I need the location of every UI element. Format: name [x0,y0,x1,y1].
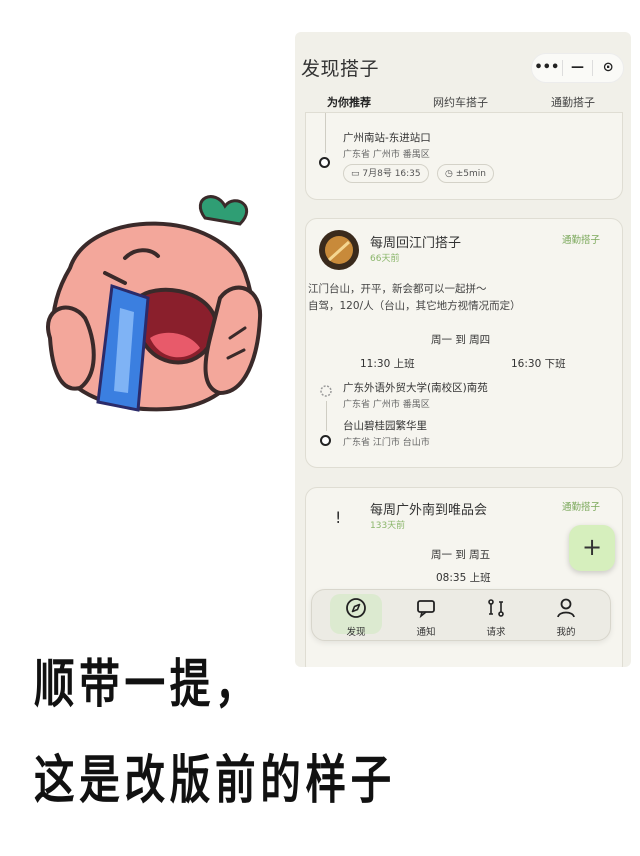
calendar-icon: ▭ [351,169,363,179]
end-time: 16:30 下班 [511,358,566,370]
days-range: 周一 到 周四 [431,334,491,346]
nav-notifications[interactable]: 通知 [396,590,456,642]
more-button[interactable]: ••• [532,54,562,82]
nav-label: 通知 [416,627,436,638]
date-pill-text: 7月8号 16:35 [362,169,421,179]
type-tag: 通勤搭子 [562,235,601,246]
clock-icon: ◷ [445,169,456,179]
nav-label: 我的 [556,627,576,638]
description-line: 江门台山，开平，新会都可以一起拼～ [308,283,487,295]
user-icon [557,598,575,618]
compass-icon [346,598,366,618]
start-time: 08:35 上班 [436,572,491,584]
route-icon [488,599,504,617]
bottom-nav: 发现 通知 请求 我的 [311,589,611,641]
nav-discover[interactable]: 发现 [326,590,386,642]
nav-requests[interactable]: 请求 [466,590,526,642]
route-line [326,401,327,431]
time-tolerance-pill: ◷ ±5min [437,164,494,183]
posted-ago: 133天前 [370,521,406,531]
tab-rideshare[interactable]: 网约车搭子 [433,94,488,110]
end-region: 广东省 广州市 番禺区 [343,150,430,160]
card-title: 每周广外南到唯品会 [370,503,488,518]
destination-dot [320,435,331,446]
nav-profile[interactable]: 我的 [536,590,596,642]
nav-label: 发现 [346,627,366,638]
destination-region: 广东省 江门市 台山市 [343,438,430,448]
origin-icon [320,385,332,397]
trip-card[interactable]: 每周回江门搭子 66天前 通勤搭子 江门台山，开平，新会都可以一起拼～ 自驾，1… [305,218,623,468]
nav-label: 请求 [486,627,506,638]
warning-icon: ! [335,508,342,527]
tab-recommend[interactable]: 为你推荐 [327,94,371,110]
start-time: 11:30 上班 [360,358,415,370]
type-tag: 通勤搭子 [562,502,601,513]
minimize-button[interactable]: — [563,54,593,82]
date-pill: ▭ 7月8号 16:35 [343,164,429,183]
origin-address: 广东外语外贸大学(南校区)南苑 [343,382,488,394]
crying-laughing-sticker [46,195,263,412]
route-line [325,113,326,153]
trip-card[interactable]: 广州南站-东进站口 广东省 广州市 番禺区 ▭ 7月8号 16:35 ◷ ±5m… [305,112,623,200]
time-pill-text: ±5min [455,169,486,179]
card-title: 每周回江门搭子 [370,236,462,251]
caption-line-2: 这是改版前的样子 [34,751,396,811]
tab-commute[interactable]: 通勤搭子 [551,94,595,110]
avatar [319,230,359,270]
days-range: 周一 到 周五 [431,549,491,561]
page-title: 发现搭子 [301,58,380,80]
origin-region: 广东省 广州市 番禺区 [343,400,430,410]
caption-line-1: 顺带一提， [34,655,261,715]
description-line: 自驾，120/人（台山，其它地方视情况而定） [308,300,521,312]
add-button[interactable]: + [569,525,615,571]
close-button[interactable]: ⊙ [593,54,623,82]
destination-address: 台山碧桂园繁华里 [343,420,427,432]
miniprogram-capsule: ••• — ⊙ [531,53,624,83]
message-icon [417,600,435,619]
end-address: 广州南站-东进站口 [343,132,431,144]
destination-dot [319,157,330,168]
app-bar: 发现搭子 ••• — ⊙ [295,32,631,92]
posted-ago: 66天前 [370,254,400,264]
app-screenshot: 发现搭子 ••• — ⊙ 为你推荐 网约车搭子 通勤搭子 广州南站-东进站口 广… [295,32,631,667]
